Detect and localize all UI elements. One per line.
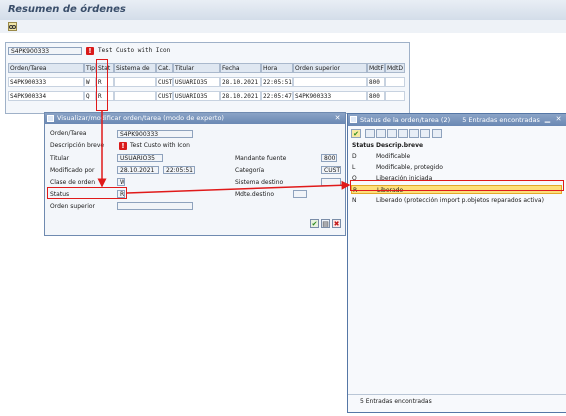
arrow-to-status-list	[126, 180, 351, 194]
annotation-arrows	[97, 111, 351, 194]
